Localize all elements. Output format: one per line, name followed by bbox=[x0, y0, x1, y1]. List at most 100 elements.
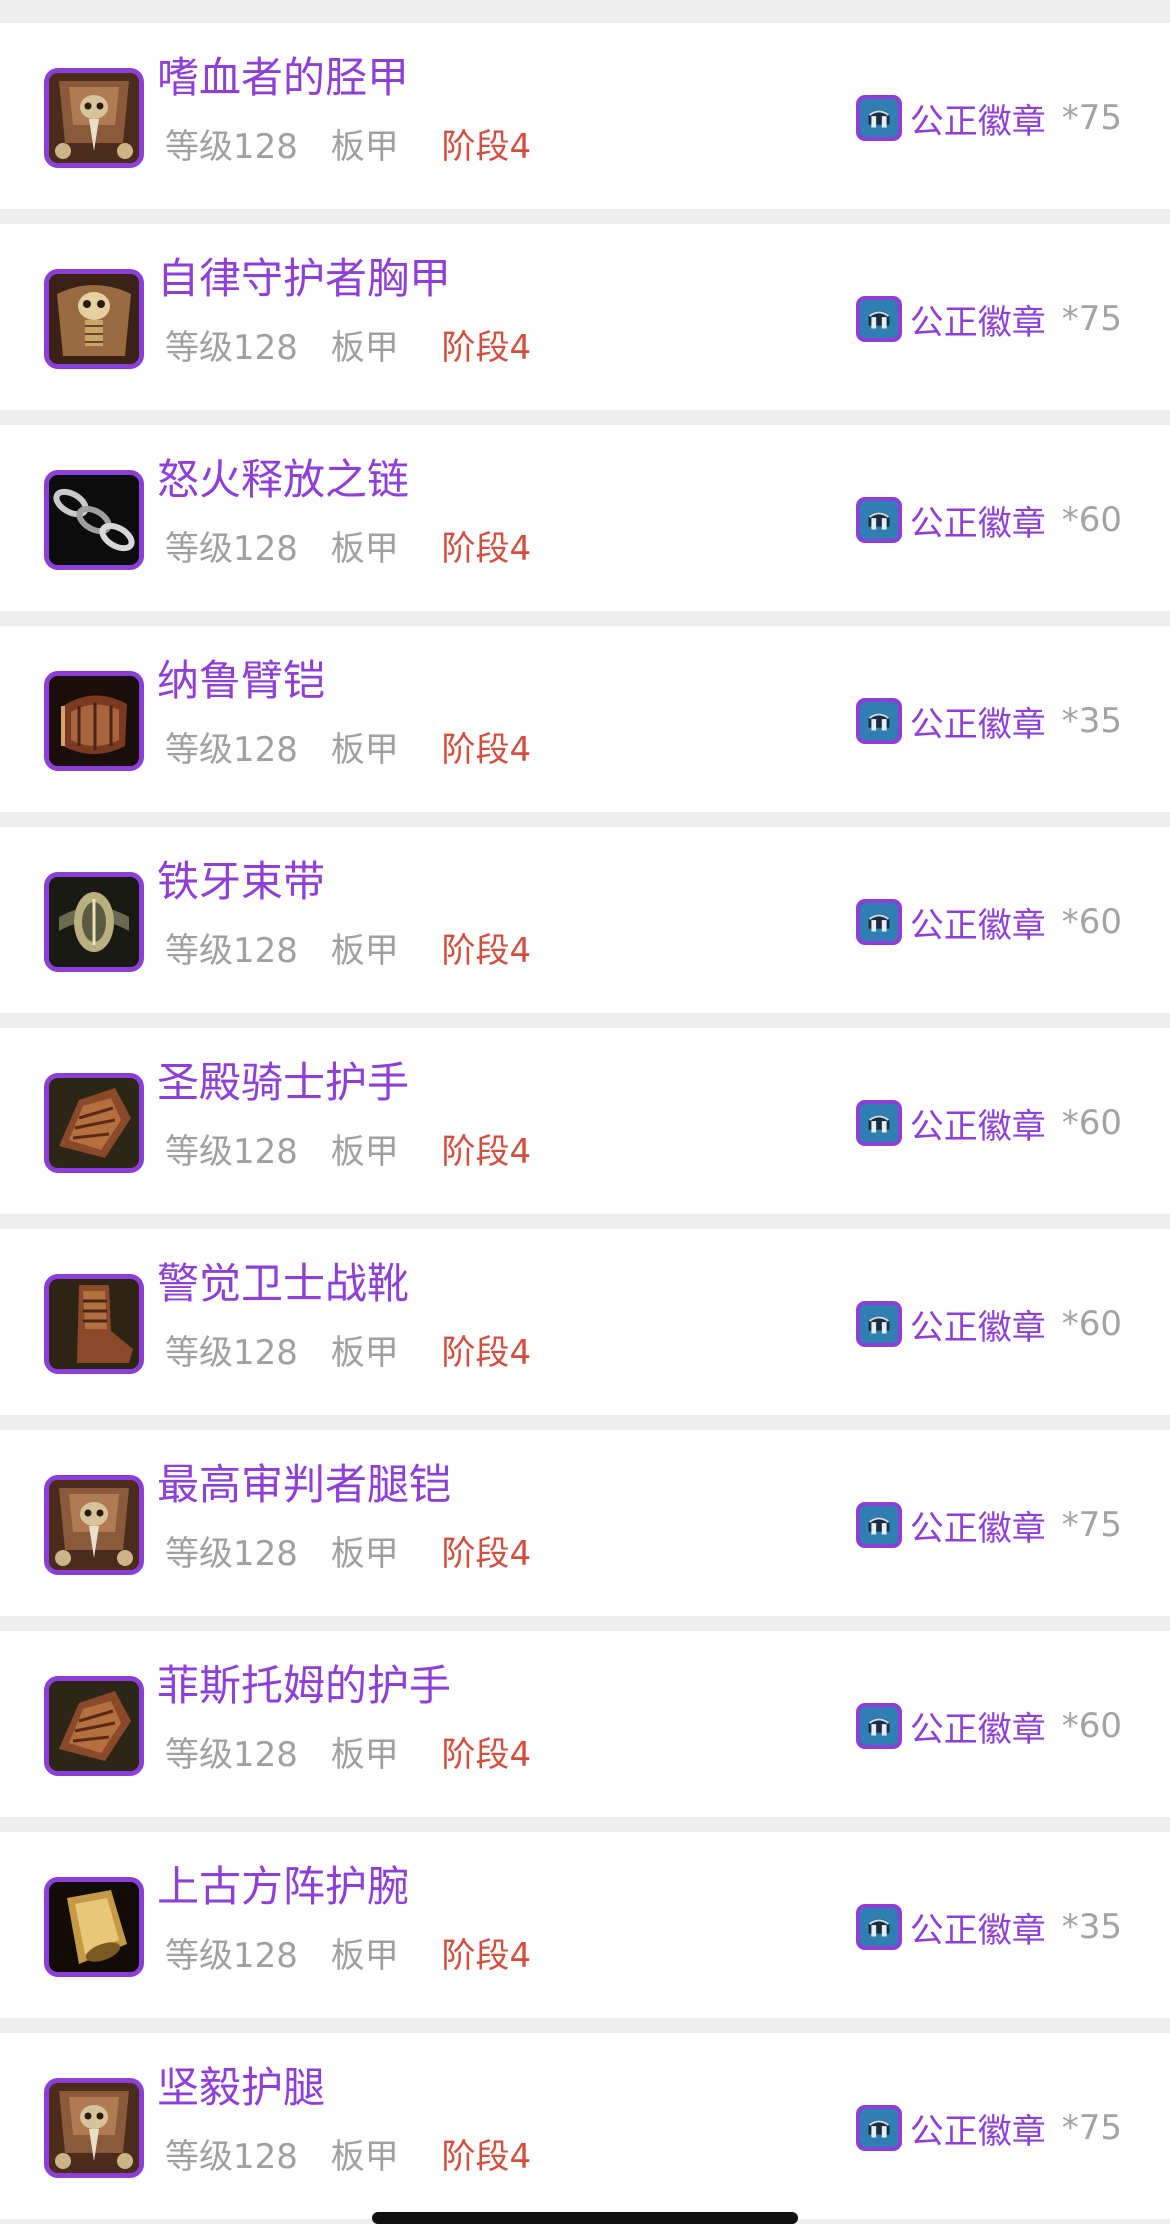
list-item[interactable]: 自律守护者胸甲 等级128 板甲 阶段4 公正徽章 *75 bbox=[0, 224, 1170, 410]
currency-quantity: *75 bbox=[1061, 98, 1122, 138]
item-meta: 等级128 板甲 阶段4 bbox=[165, 529, 531, 569]
item-level: 等级128 bbox=[165, 1132, 298, 1172]
currency-name: 公正徽章 bbox=[909, 2111, 1046, 2152]
currency-quantity: *35 bbox=[1061, 1907, 1122, 1947]
item-armor-type: 板甲 bbox=[330, 1132, 399, 1172]
item-name: 圣殿骑士护手 bbox=[157, 1058, 410, 1107]
currency-name: 公正徽章 bbox=[909, 1910, 1046, 1951]
item-armor-type: 板甲 bbox=[330, 1936, 399, 1976]
justice-badge-icon bbox=[855, 899, 902, 945]
item-name: 嗜血者的胫甲 bbox=[157, 53, 410, 102]
justice-badge-icon bbox=[855, 497, 902, 543]
item-price: 公正徽章 *75 bbox=[855, 2103, 1122, 2153]
justice-badge-icon bbox=[855, 296, 902, 342]
home-indicator bbox=[372, 2212, 798, 2224]
currency-name: 公正徽章 bbox=[909, 905, 1046, 946]
list-item[interactable]: 坚毅护腿 等级128 板甲 阶段4 公正徽章 *75 bbox=[0, 2033, 1170, 2219]
item-meta: 等级128 板甲 阶段4 bbox=[165, 1936, 531, 1976]
chain-icon bbox=[44, 470, 144, 570]
item-price: 公正徽章 *75 bbox=[855, 93, 1122, 143]
item-price: 公正徽章 *35 bbox=[855, 1902, 1122, 1952]
golden-bracer-icon bbox=[44, 1877, 144, 1977]
item-price: 公正徽章 *60 bbox=[855, 495, 1122, 545]
currency-quantity: *75 bbox=[1061, 299, 1122, 339]
item-phase: 阶段4 bbox=[441, 1333, 532, 1373]
currency-name: 公正徽章 bbox=[909, 302, 1046, 343]
item-meta: 等级128 板甲 阶段4 bbox=[165, 1735, 531, 1775]
item-armor-type: 板甲 bbox=[330, 328, 399, 368]
item-armor-type: 板甲 bbox=[330, 2137, 399, 2177]
item-phase: 阶段4 bbox=[441, 1534, 532, 1574]
item-phase: 阶段4 bbox=[441, 1735, 532, 1775]
item-level: 等级128 bbox=[165, 1534, 298, 1574]
justice-badge-icon bbox=[855, 698, 902, 744]
item-armor-type: 板甲 bbox=[330, 1333, 399, 1373]
item-level: 等级128 bbox=[165, 1735, 298, 1775]
item-meta: 等级128 板甲 阶段4 bbox=[165, 328, 531, 368]
item-phase: 阶段4 bbox=[441, 931, 532, 971]
item-price: 公正徽章 *60 bbox=[855, 1098, 1122, 1148]
item-price: 公正徽章 *60 bbox=[855, 897, 1122, 947]
gauntlet-icon bbox=[44, 1676, 144, 1776]
list-item[interactable]: 铁牙束带 等级128 板甲 阶段4 公正徽章 *60 bbox=[0, 827, 1170, 1013]
justice-badge-icon bbox=[855, 1904, 902, 1950]
list-item[interactable]: 最高审判者腿铠 等级128 板甲 阶段4 公正徽章 *75 bbox=[0, 1430, 1170, 1616]
legs-skull-icon bbox=[44, 2078, 144, 2178]
list-item[interactable]: 菲斯托姆的护手 等级128 板甲 阶段4 公正徽章 *60 bbox=[0, 1631, 1170, 1817]
legs-skull-icon bbox=[44, 1475, 144, 1575]
currency-quantity: *60 bbox=[1061, 902, 1122, 942]
chest-armor-icon bbox=[44, 269, 144, 369]
item-phase: 阶段4 bbox=[441, 127, 532, 167]
legs-skull-icon bbox=[44, 68, 144, 168]
item-phase: 阶段4 bbox=[441, 1936, 532, 1976]
currency-quantity: *60 bbox=[1061, 1103, 1122, 1143]
currency-quantity: *75 bbox=[1061, 2108, 1122, 2148]
item-price: 公正徽章 *60 bbox=[855, 1701, 1122, 1751]
item-name: 警觉卫士战靴 bbox=[157, 1259, 410, 1308]
item-phase: 阶段4 bbox=[441, 529, 532, 569]
justice-badge-icon bbox=[855, 1703, 902, 1749]
item-level: 等级128 bbox=[165, 529, 298, 569]
item-armor-type: 板甲 bbox=[330, 931, 399, 971]
currency-name: 公正徽章 bbox=[909, 101, 1046, 142]
list-item[interactable]: 嗜血者的胫甲 等级128 板甲 阶段4 公正徽章 *75 bbox=[0, 23, 1170, 209]
list-item[interactable]: 圣殿骑士护手 等级128 板甲 阶段4 公正徽章 *60 bbox=[0, 1028, 1170, 1214]
item-price: 公正徽章 *35 bbox=[855, 696, 1122, 746]
list-item[interactable]: 警觉卫士战靴 等级128 板甲 阶段4 公正徽章 *60 bbox=[0, 1229, 1170, 1415]
boots-icon bbox=[44, 1274, 144, 1374]
list-item[interactable]: 纳鲁臂铠 等级128 板甲 阶段4 公正徽章 *35 bbox=[0, 626, 1170, 812]
item-phase: 阶段4 bbox=[441, 1132, 532, 1172]
item-phase: 阶段4 bbox=[441, 2137, 532, 2177]
gauntlet-icon bbox=[44, 1073, 144, 1173]
item-level: 等级128 bbox=[165, 730, 298, 770]
item-armor-type: 板甲 bbox=[330, 1534, 399, 1574]
item-phase: 阶段4 bbox=[441, 328, 532, 368]
item-meta: 等级128 板甲 阶段4 bbox=[165, 1534, 531, 1574]
item-name: 铁牙束带 bbox=[157, 857, 326, 906]
currency-name: 公正徽章 bbox=[909, 1508, 1046, 1549]
item-name: 怒火释放之链 bbox=[157, 455, 410, 504]
currency-name: 公正徽章 bbox=[909, 1106, 1046, 1147]
list-item[interactable]: 上古方阵护腕 等级128 板甲 阶段4 公正徽章 *35 bbox=[0, 1832, 1170, 2018]
item-name: 上古方阵护腕 bbox=[157, 1862, 410, 1911]
list-item[interactable]: 怒火释放之链 等级128 板甲 阶段4 公正徽章 *60 bbox=[0, 425, 1170, 611]
item-name: 菲斯托姆的护手 bbox=[157, 1661, 452, 1710]
currency-name: 公正徽章 bbox=[909, 1709, 1046, 1750]
item-meta: 等级128 板甲 阶段4 bbox=[165, 931, 531, 971]
item-armor-type: 板甲 bbox=[330, 529, 399, 569]
currency-name: 公正徽章 bbox=[909, 503, 1046, 544]
item-level: 等级128 bbox=[165, 127, 298, 167]
item-level: 等级128 bbox=[165, 931, 298, 971]
currency-quantity: *60 bbox=[1061, 1304, 1122, 1344]
currency-quantity: *75 bbox=[1061, 1505, 1122, 1545]
item-armor-type: 板甲 bbox=[330, 127, 399, 167]
currency-name: 公正徽章 bbox=[909, 1307, 1046, 1348]
currency-name: 公正徽章 bbox=[909, 704, 1046, 745]
belt-icon bbox=[44, 872, 144, 972]
currency-quantity: *60 bbox=[1061, 1706, 1122, 1746]
currency-quantity: *35 bbox=[1061, 701, 1122, 741]
item-name: 坚毅护腿 bbox=[157, 2063, 326, 2112]
item-price: 公正徽章 *75 bbox=[855, 1500, 1122, 1550]
item-price: 公正徽章 *60 bbox=[855, 1299, 1122, 1349]
item-level: 等级128 bbox=[165, 2137, 298, 2177]
